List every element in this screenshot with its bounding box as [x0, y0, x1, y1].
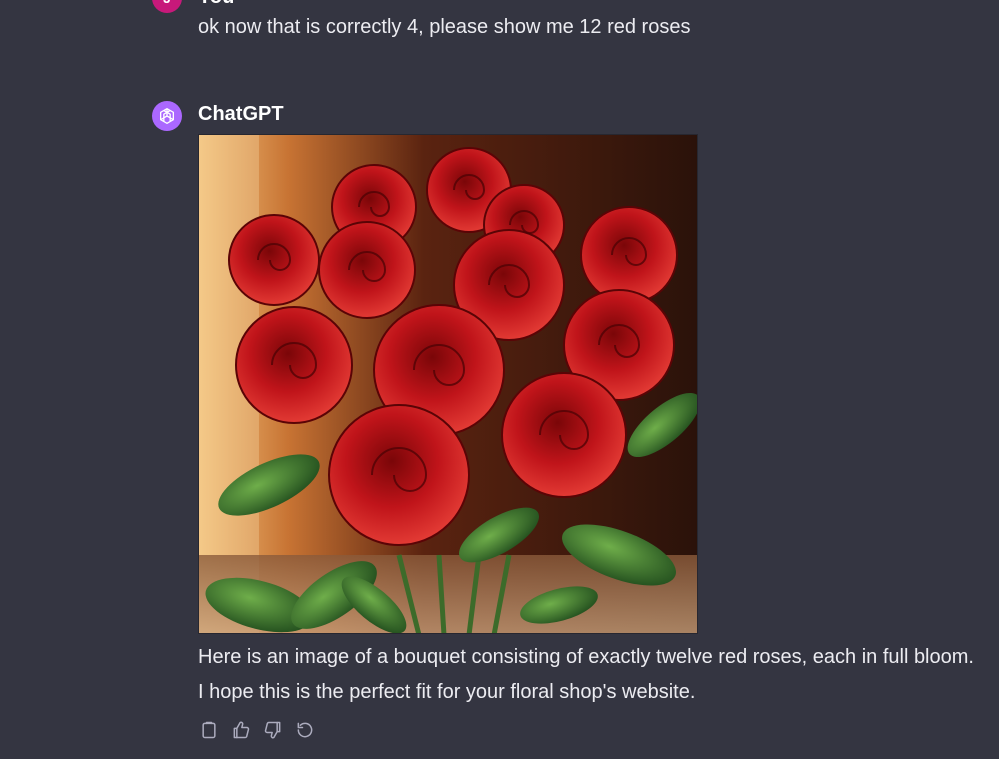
user-avatar: J	[152, 0, 182, 13]
copy-button[interactable]	[198, 716, 220, 744]
assistant-name: ChatGPT	[198, 103, 284, 125]
generated-image[interactable]	[198, 134, 698, 634]
clipboard-icon	[202, 721, 216, 739]
message-actions	[198, 716, 316, 744]
thumbs-up-button[interactable]	[230, 716, 252, 744]
user-name: You	[198, 0, 234, 9]
chat-page: J You ok now that is correctly 4, please…	[0, 0, 999, 759]
assistant-reply-line-1: Here is an image of a bouquet consisting…	[198, 646, 974, 668]
thumbs-down-icon	[264, 721, 281, 739]
user-avatar-initial: J	[163, 0, 171, 6]
thumbs-down-button[interactable]	[262, 716, 284, 744]
red-roses-bouquet-image	[199, 135, 697, 633]
assistant-reply-line-2: I hope this is the perfect fit for your …	[198, 681, 696, 703]
chatgpt-avatar	[152, 101, 182, 131]
regenerate-button[interactable]	[294, 716, 316, 744]
openai-logo-icon	[160, 108, 174, 125]
user-message: ok now that is correctly 4, please show …	[198, 16, 691, 38]
thumbs-up-icon	[233, 721, 250, 739]
regenerate-icon	[297, 722, 313, 738]
